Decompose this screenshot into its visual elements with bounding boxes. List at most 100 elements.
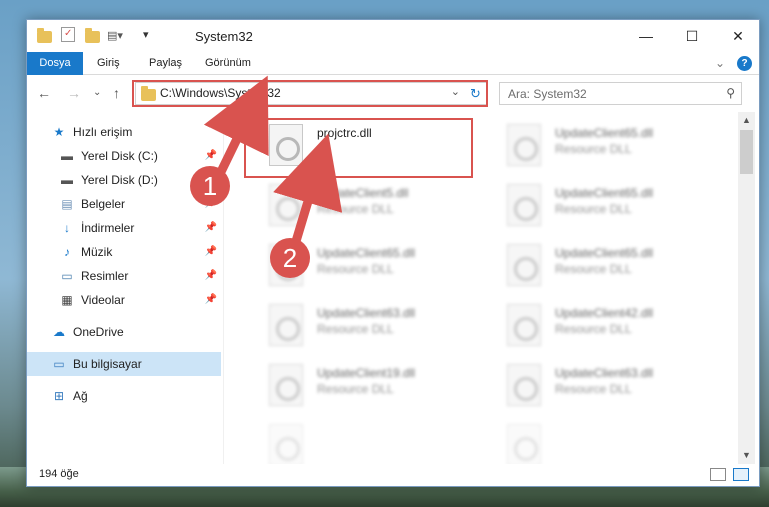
scroll-thumb[interactable] [740, 130, 753, 174]
maximize-button[interactable]: ☐ [669, 20, 715, 52]
properties-icon[interactable]: ✓ [61, 27, 75, 42]
pin-icon[interactable]: 📌 [205, 198, 217, 209]
dll-file-icon [269, 184, 303, 226]
forward-arrow-icon[interactable]: → [67, 85, 81, 101]
file-type: Resource DLL [555, 382, 632, 396]
file-tile[interactable]: UpdateClient65.dll Resource DLL [485, 238, 705, 292]
dll-file-icon [507, 304, 541, 346]
title-bar: ✓ ▤▾ ▾ System32 — ☐ ✕ [27, 20, 759, 52]
item-count: 194 öğe [39, 468, 79, 480]
network-icon: ⊞ [53, 389, 65, 403]
back-arrow-icon[interactable]: ← [37, 85, 51, 101]
tab-view[interactable]: Görünüm [205, 52, 251, 75]
file-type: Resource DLL [555, 142, 632, 156]
file-type: Resource DLL [555, 202, 632, 216]
file-type: Resource DLL [317, 322, 394, 336]
file-highlight [244, 118, 473, 178]
sidebar-item-network[interactable]: ⊞ Ağ [27, 384, 221, 408]
pin-icon[interactable]: 📌 [205, 222, 217, 233]
file-tile[interactable]: UpdateClient65.dll Resource DLL [485, 178, 705, 232]
sidebar-item-label: Bu bilgisayar [73, 357, 142, 371]
navigation-pane: ★ Hızlı erişim ▬ Yerel Disk (C:) 📌 ▬ Yer… [27, 112, 221, 464]
recent-chevron-icon[interactable]: ⌄ [93, 87, 101, 98]
dll-file-icon [507, 364, 541, 406]
scroll-up-icon[interactable]: ▲ [738, 112, 755, 129]
search-box[interactable]: ⚲ [499, 82, 742, 105]
file-tile[interactable]: UpdateClient19.dll Resource DLL [247, 358, 467, 412]
sidebar-item-music[interactable]: ♪ Müzik 📌 [27, 240, 221, 264]
dll-file-icon [269, 364, 303, 406]
pin-icon[interactable]: 📌 [205, 174, 217, 185]
file-type: Resource DLL [317, 262, 394, 276]
sidebar-item-this-pc[interactable]: ▭ Bu bilgisayar [27, 352, 221, 376]
file-tile[interactable] [247, 418, 467, 464]
sidebar-item-videos[interactable]: ▦ Videolar 📌 [27, 288, 221, 312]
drive-icon: ▬ [61, 149, 73, 163]
search-input[interactable] [508, 84, 708, 104]
file-name: UpdateClient65.dll [555, 246, 654, 260]
dll-file-icon [507, 244, 541, 286]
dll-file-icon [269, 304, 303, 346]
sidebar-item-label: Yerel Disk (C:) [81, 149, 158, 163]
sidebar-item-documents[interactable]: ▤ Belgeler 📌 [27, 192, 221, 216]
dll-file-icon [269, 424, 303, 464]
pin-icon[interactable]: 📌 [205, 246, 217, 257]
sidebar-item-local-disk-c[interactable]: ▬ Yerel Disk (C:) 📌 [27, 144, 221, 168]
address-bar-highlight [132, 80, 488, 107]
documents-icon: ▤ [61, 197, 73, 211]
file-type: Resource DLL [555, 322, 632, 336]
pictures-icon: ▭ [61, 269, 73, 283]
view-options-icon[interactable]: ▤▾ [107, 29, 123, 45]
file-tile[interactable]: UpdateClient65.dll Resource DLL [485, 118, 705, 172]
star-icon: ★ [53, 125, 65, 139]
tab-file[interactable]: Dosya [27, 52, 83, 75]
tab-home[interactable]: Giriş [97, 52, 120, 75]
sidebar-item-label: Ağ [73, 389, 88, 403]
sidebar-item-label: Müzik [81, 245, 113, 259]
window-title: System32 [195, 29, 253, 44]
customize-toolbar-icon[interactable]: ▾ [143, 28, 149, 44]
sidebar-item-label: OneDrive [73, 325, 124, 339]
file-name: UpdateClient65.dll [317, 246, 416, 260]
details-view-icon[interactable] [710, 468, 726, 481]
folder-icon [37, 28, 52, 43]
sidebar-item-quick-access[interactable]: ★ Hızlı erişim [27, 120, 221, 144]
sidebar-item-label: Videolar [81, 293, 125, 307]
large-icons-view-icon[interactable] [733, 468, 749, 481]
vertical-scrollbar[interactable]: ▲ ▼ [738, 112, 755, 464]
file-tile[interactable]: UpdateClient65.dll Resource DLL [247, 238, 467, 292]
file-name: UpdateClient63.dll [555, 366, 654, 380]
file-type: Resource DLL [317, 382, 394, 396]
dll-file-icon [507, 184, 541, 226]
cloud-icon: ☁ [53, 325, 65, 339]
sidebar-item-local-disk-d[interactable]: ▬ Yerel Disk (D:) 📌 [27, 168, 221, 192]
pin-icon[interactable]: 📌 [205, 294, 217, 305]
close-button[interactable]: ✕ [715, 20, 761, 52]
up-arrow-icon[interactable]: ↑ [113, 85, 120, 101]
search-icon[interactable]: ⚲ [726, 86, 735, 100]
computer-icon: ▭ [53, 357, 65, 371]
file-tile[interactable]: UpdateClient63.dll Resource DLL [485, 358, 705, 412]
minimize-button[interactable]: — [623, 20, 669, 52]
file-name: UpdateClient65.dll [555, 126, 654, 140]
ribbon-collapse-icon[interactable]: ⌄ [715, 52, 725, 75]
file-tile[interactable]: UpdateClient63.dll Resource DLL [247, 298, 467, 352]
sidebar-item-onedrive[interactable]: ☁ OneDrive [27, 320, 221, 344]
help-button[interactable]: ? [737, 56, 752, 71]
file-tile[interactable] [485, 418, 705, 464]
sidebar-item-pictures[interactable]: ▭ Resimler 📌 [27, 264, 221, 288]
file-name: UpdateClient19.dll [317, 366, 416, 380]
file-tile[interactable]: UpdateClient5.dll Resource DLL [247, 178, 467, 232]
file-tile[interactable]: UpdateClient42.dll Resource DLL [485, 298, 705, 352]
sidebar-item-downloads[interactable]: ↓ İndirmeler 📌 [27, 216, 221, 240]
scroll-down-icon[interactable]: ▼ [738, 447, 755, 464]
tab-share[interactable]: Paylaş [149, 52, 182, 75]
drive-icon: ▬ [61, 173, 73, 187]
ribbon-tabs: Dosya Giriş Paylaş Görünüm ⌄ ? [27, 52, 759, 75]
new-folder-icon[interactable] [85, 28, 100, 43]
dll-file-icon [507, 124, 541, 166]
dll-file-icon [269, 244, 303, 286]
pin-icon[interactable]: 📌 [205, 270, 217, 281]
pin-icon[interactable]: 📌 [205, 150, 217, 161]
videos-icon: ▦ [61, 293, 73, 307]
